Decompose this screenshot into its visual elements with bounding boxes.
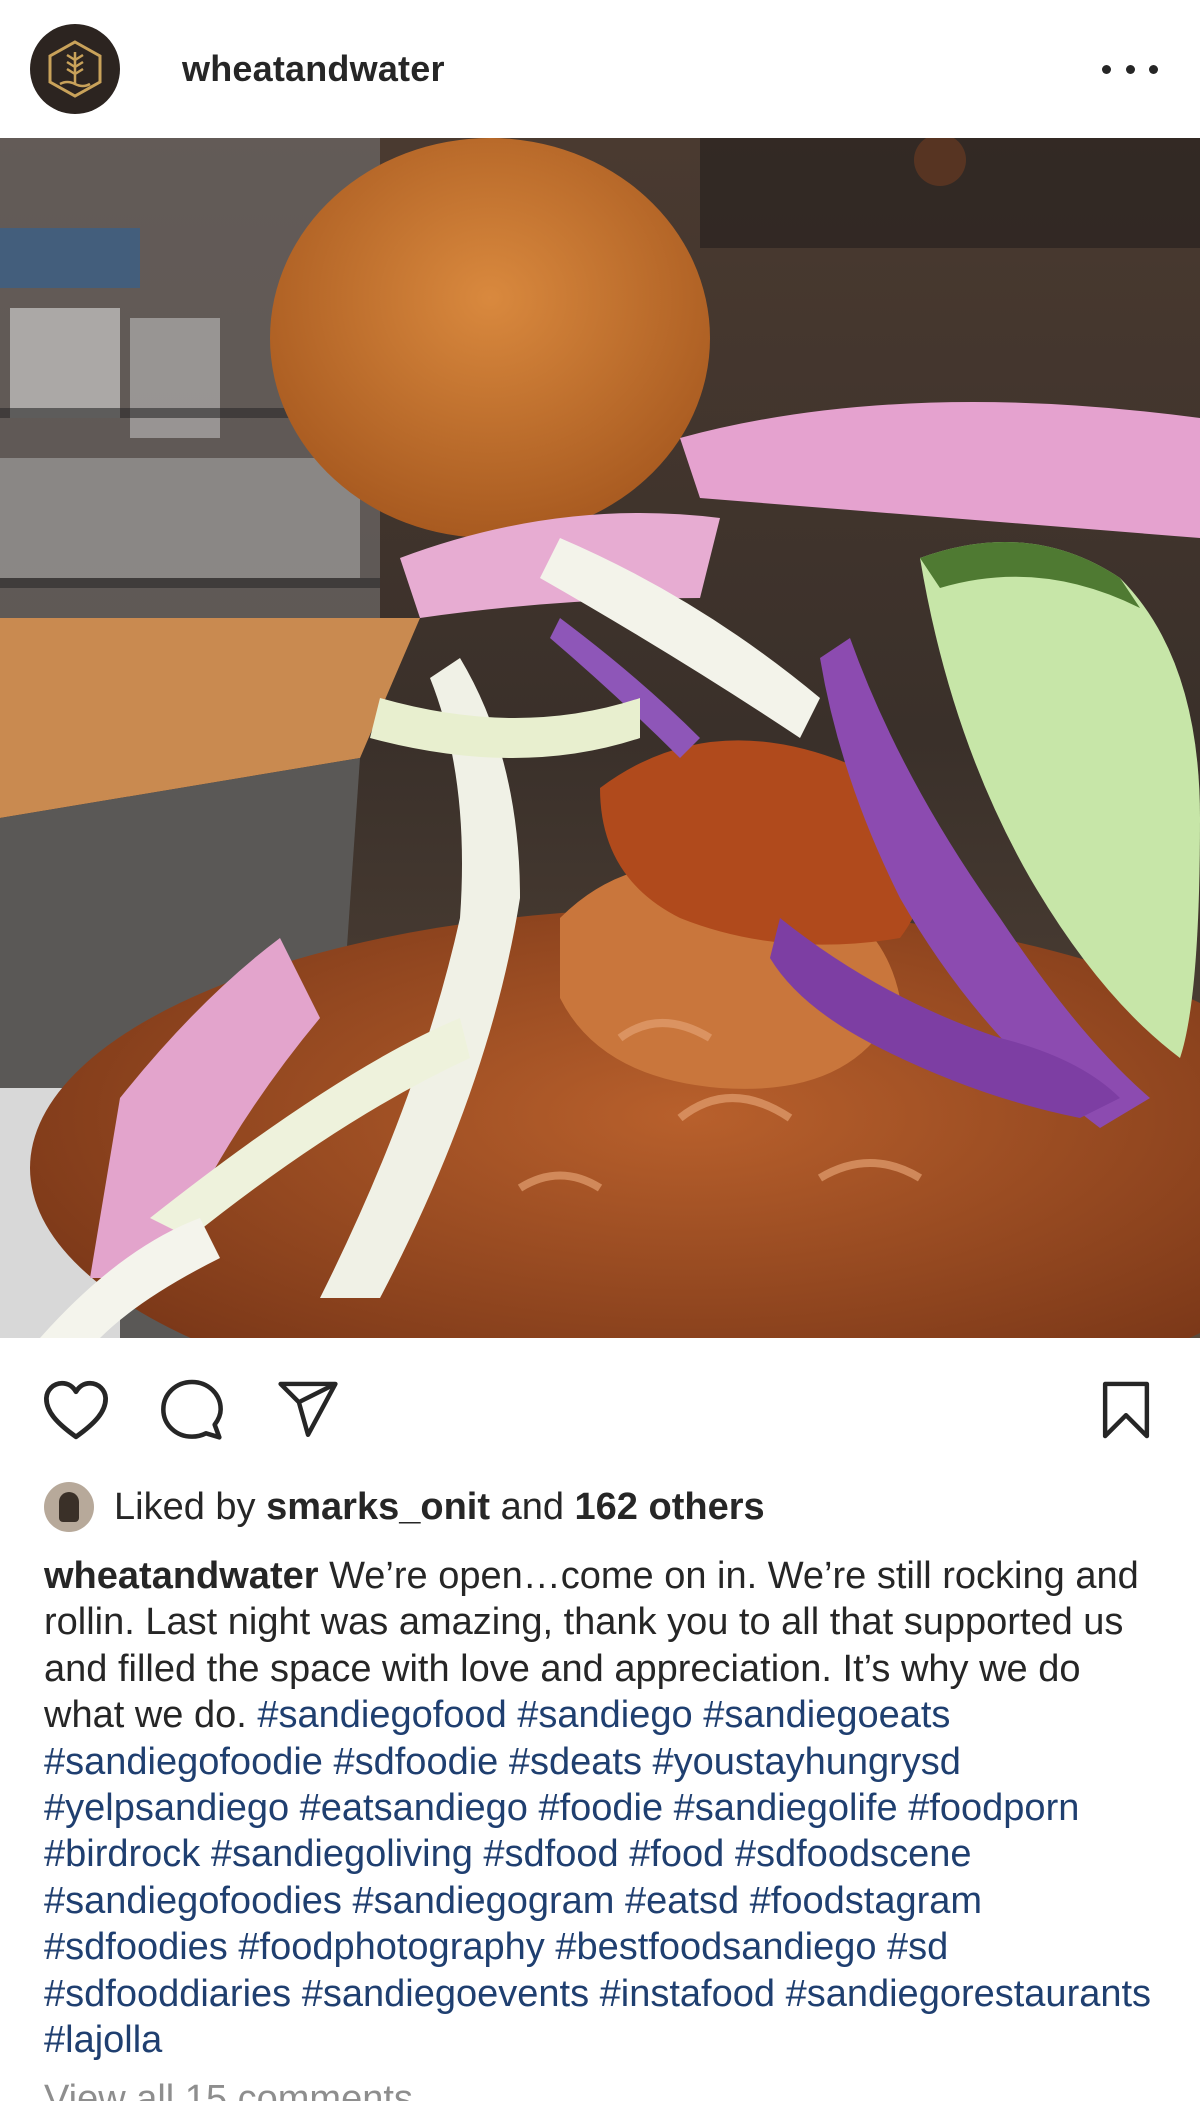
hashtag-link[interactable]: #sandiegogram [352, 1880, 614, 1922]
hashtag-link[interactable]: #sandiegoliving [211, 1833, 473, 1875]
comment-icon [161, 1379, 223, 1440]
hashtag-link[interactable]: #sandiegolife [674, 1787, 898, 1829]
save-button[interactable] [1090, 1374, 1162, 1446]
hashtag-link[interactable]: #foodie [538, 1787, 663, 1829]
likes-prefix: Liked by [114, 1485, 256, 1528]
hashtag-link[interactable]: #sandiegorestaurants [786, 1973, 1151, 2015]
hashtag-link[interactable]: #sdfood [483, 1833, 618, 1875]
caption-username[interactable]: wheatandwater [44, 1555, 319, 1597]
hashtag-link[interactable]: #sandiegofoodies [44, 1880, 342, 1922]
hashtag-link[interactable]: #sdeats [509, 1741, 642, 1783]
caption-hashtags: #sandiegofood #sandiego #sandiegoeats #s… [44, 1694, 1151, 2061]
post-photo[interactable] [0, 138, 1200, 1338]
hashtag-link[interactable]: #sdfoodies [44, 1926, 228, 1968]
more-horizontal-icon [1102, 64, 1111, 74]
liker-avatar[interactable] [44, 1482, 94, 1532]
hashtag-link[interactable]: #instafood [600, 1973, 775, 2015]
hashtag-link[interactable]: #youstayhungrysd [653, 1741, 961, 1783]
hashtag-link[interactable]: #eatsd [625, 1880, 739, 1922]
hashtag-link[interactable]: #sdfoodie [333, 1741, 498, 1783]
post-actions [0, 1338, 1200, 1478]
hashtag-link[interactable]: #sandiegoevents [302, 1973, 589, 2015]
send-icon [278, 1381, 338, 1437]
likes-and: and [500, 1485, 564, 1528]
heart-icon [44, 1380, 108, 1440]
hashtag-link[interactable]: #sandiego [517, 1694, 692, 1736]
hashtag-link[interactable]: #sandiegofood [257, 1694, 506, 1736]
post-header: wheatandwater [0, 0, 1200, 138]
hashtag-link[interactable]: #sdfooddiaries [44, 1973, 291, 2015]
wheat-logo-icon [48, 40, 102, 98]
hashtag-link[interactable]: #sd [887, 1926, 948, 1968]
like-button[interactable] [40, 1374, 112, 1446]
hashtag-link[interactable]: #sdfoodscene [735, 1833, 972, 1875]
hashtag-link[interactable]: #foodporn [908, 1787, 1079, 1829]
comment-button[interactable] [156, 1374, 228, 1446]
hashtag-link[interactable]: #foodphotography [238, 1926, 544, 1968]
likes-others-link[interactable]: 162 others [575, 1486, 765, 1529]
bookmark-icon [1102, 1381, 1150, 1439]
more-options-button[interactable] [1102, 50, 1158, 88]
likes-user-link[interactable]: smarks_onit [266, 1486, 490, 1529]
profile-avatar[interactable] [30, 24, 120, 114]
hashtag-link[interactable]: #lajolla [44, 2019, 162, 2061]
post-caption: wheatandwater We’re open…come on in. We’… [44, 1553, 1169, 2063]
hashtag-link[interactable]: #yelpsandiego [44, 1787, 289, 1829]
hashtag-link[interactable]: #bestfoodsandiego [555, 1926, 876, 1968]
hashtag-link[interactable]: #foodstagram [750, 1880, 982, 1922]
hashtag-link[interactable]: #birdrock [44, 1833, 200, 1875]
hashtag-link[interactable]: #eatsandiego [300, 1787, 528, 1829]
likes-summary: Liked by smarks_onit and 162 others [44, 1480, 765, 1534]
share-button[interactable] [272, 1374, 344, 1446]
post-username[interactable]: wheatandwater [182, 48, 445, 90]
view-all-comments-link[interactable]: View all 15 comments [44, 2076, 413, 2101]
food-photo-image [0, 138, 1200, 1338]
hashtag-link[interactable]: #sandiegofoodie [44, 1741, 323, 1783]
hashtag-link[interactable]: #sandiegoeats [703, 1694, 950, 1736]
hashtag-link[interactable]: #food [629, 1833, 724, 1875]
